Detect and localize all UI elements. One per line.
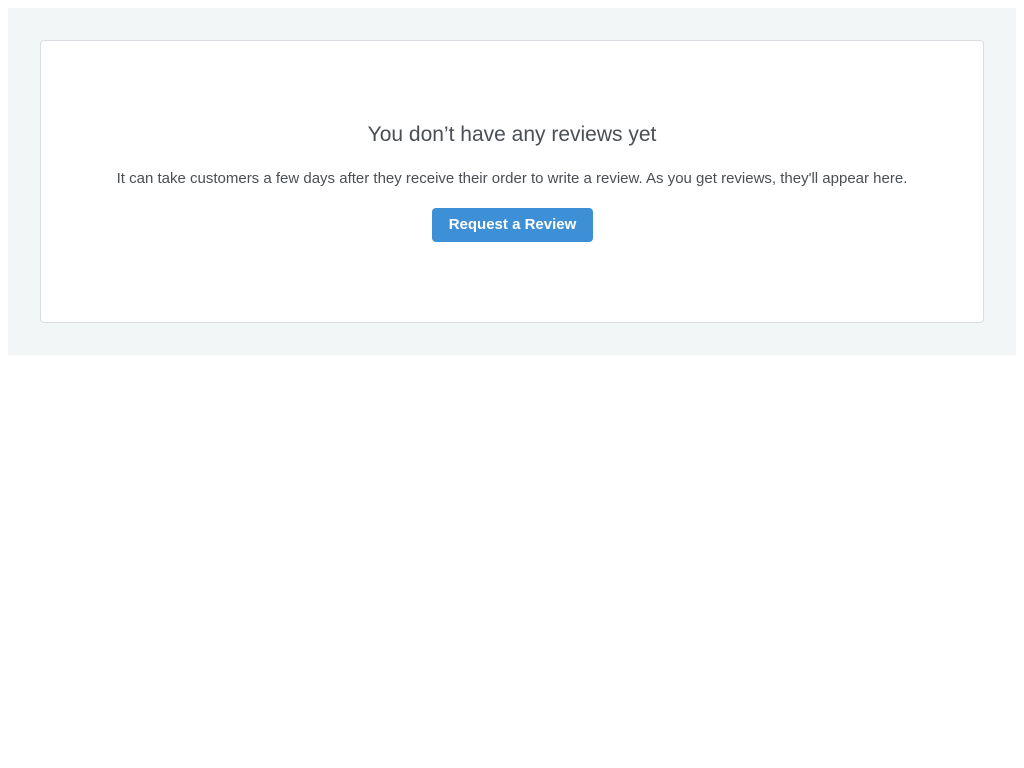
empty-state-title: You don’t have any reviews yet [367, 123, 657, 146]
empty-state-description: It can take customers a few days after t… [116, 170, 908, 187]
reviews-panel: You don’t have any reviews yet It can ta… [8, 8, 1016, 355]
empty-state-card: You don’t have any reviews yet It can ta… [40, 40, 984, 323]
request-review-button[interactable]: Request a Review [432, 208, 593, 242]
